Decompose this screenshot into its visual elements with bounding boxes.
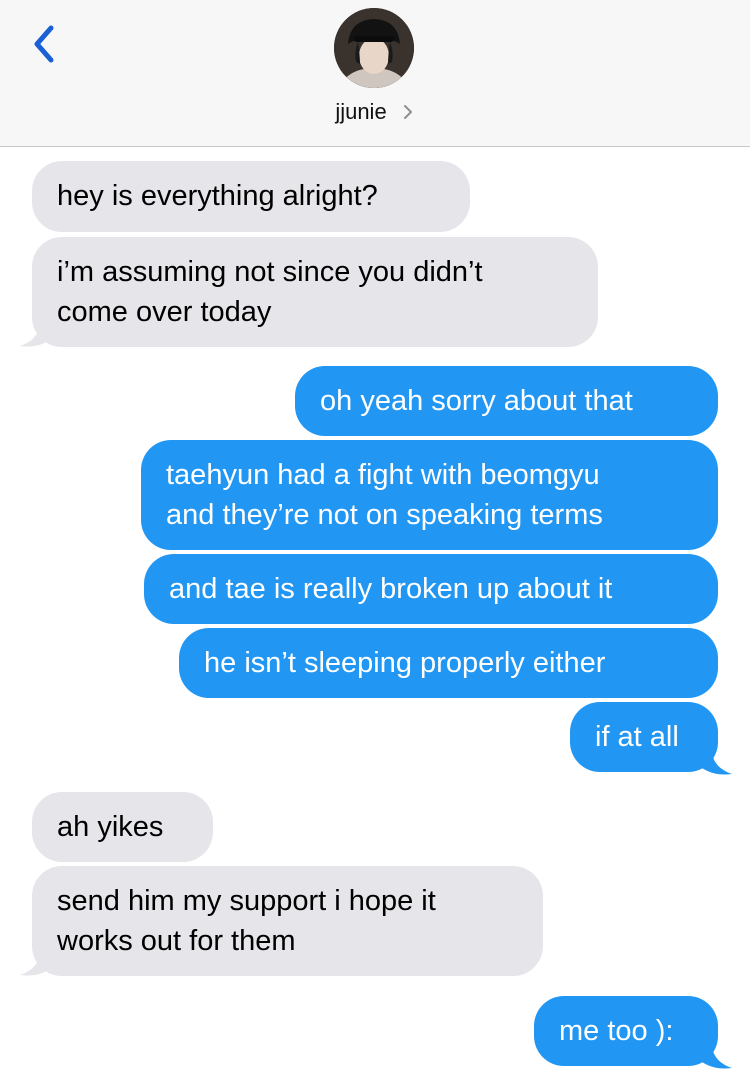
message-text: ah yikes: [57, 811, 164, 843]
message-text-line: come over today: [57, 296, 272, 328]
chevron-right-icon: [403, 105, 412, 119]
message-bubble-outgoing[interactable]: if at all: [570, 702, 718, 772]
message-bubble-incoming[interactable]: hey is everything alright?: [32, 161, 470, 232]
message-bubble-incoming[interactable]: send him my support i hope it works out …: [32, 866, 543, 976]
message-bubble-outgoing[interactable]: taehyun had a fight with beomgyu and the…: [141, 440, 718, 550]
contact-name: jjunie: [335, 99, 387, 124]
message-text: me too ):: [559, 1015, 674, 1047]
message-bubble-outgoing[interactable]: and tae is really broken up about it: [144, 554, 718, 624]
message-text: he isn’t sleeping properly either: [204, 647, 606, 679]
message-text-line: taehyun had a fight with beomgyu: [166, 459, 600, 491]
message-text-line: i’m assuming not since you didn’t: [57, 256, 483, 288]
message-text-line: send him my support i hope it: [57, 885, 436, 917]
contact-info-button[interactable]: jjunie: [0, 97, 750, 127]
conversation-header: jjunie: [0, 0, 750, 147]
message-text-line: works out for them: [57, 925, 296, 957]
message-text-line: and they’re not on speaking terms: [166, 499, 603, 531]
message-bubble-outgoing[interactable]: me too ):: [534, 996, 718, 1066]
message-bubble-incoming[interactable]: i’m assuming not since you didn’t come o…: [32, 237, 598, 347]
message-text: if at all: [595, 721, 679, 753]
chevron-left-icon: [34, 25, 54, 63]
message-text: hey is everything alright?: [57, 180, 378, 212]
message-bubble-outgoing[interactable]: oh yeah sorry about that: [295, 366, 718, 436]
back-button[interactable]: [18, 14, 68, 74]
message-bubble-outgoing[interactable]: he isn’t sleeping properly either: [179, 628, 718, 698]
message-bubble-incoming[interactable]: ah yikes: [32, 792, 213, 862]
contact-avatar[interactable]: [334, 8, 414, 88]
message-text: oh yeah sorry about that: [320, 385, 633, 417]
message-text: and tae is really broken up about it: [169, 573, 613, 605]
